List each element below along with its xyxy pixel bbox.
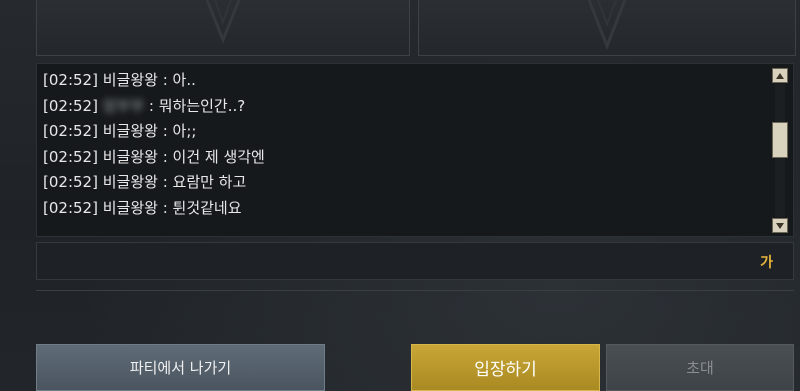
scroll-thumb[interactable] (772, 122, 788, 158)
chat-nickname[interactable]: 비글왕왕 (103, 71, 158, 89)
chat-line: [02:52] 비글왕왕 : 이건 제 생각엔 (43, 145, 763, 171)
emblem-icon (205, 0, 241, 45)
chat-line: [02:52] 비글왕왕 : 요람만 하고 (43, 170, 763, 196)
chat-message: 이건 제 생각엔 (172, 147, 265, 166)
chat-separator: : (157, 173, 173, 191)
chat-separator: : (157, 122, 173, 140)
chat-nickname[interactable]: 비글왕왕 (103, 173, 158, 191)
chat-separator: : (144, 96, 159, 115)
chat-message: 튄것같네요 (172, 198, 242, 217)
chat-timestamp: [02:52] (43, 198, 98, 217)
chat-line: [02:52] 비글왕왕 : 튄것같네요 (43, 196, 763, 222)
chat-timestamp: [02:52] (43, 147, 98, 166)
arrow-down-icon (776, 222, 784, 229)
chat-nickname[interactable]: 비글왕왕 (103, 199, 158, 217)
chat-line: [02:52] 암부부 : 뭐하는인간..? (43, 94, 763, 120)
chat-log[interactable]: [02:52] 비글왕왕 : 아.. [02:52] 암부부 : 뭐하는인간..… (36, 63, 794, 237)
chat-nickname-blurred[interactable]: 암부부 (103, 97, 144, 115)
chat-message: 요람만 하고 (172, 173, 247, 191)
leave-party-button[interactable]: 파티에서 나가기 (36, 344, 325, 391)
chat-input[interactable] (45, 249, 749, 275)
enter-button[interactable]: 입장하기 (411, 344, 600, 391)
chat-line: [02:52] 비글왕왕 : 아;; (43, 119, 763, 145)
ime-mode-indicator[interactable]: 가 (760, 252, 773, 272)
chat-lines: [02:52] 비글왕왕 : 아.. [02:52] 암부부 : 뭐하는인간..… (43, 68, 763, 221)
chat-separator: : (157, 71, 173, 89)
party-slot-right (418, 0, 796, 56)
chat-message: 아.. (172, 71, 196, 89)
scroll-up-button[interactable] (772, 68, 788, 83)
chat-separator: : (157, 147, 173, 166)
party-slot-left (36, 0, 410, 56)
emblem-icon (587, 0, 627, 51)
divider (36, 290, 794, 291)
chat-nickname[interactable]: 비글왕왕 (103, 148, 158, 166)
chat-message: 아;; (172, 122, 197, 140)
chat-message: 뭐하는인간..? (158, 96, 246, 115)
chat-timestamp: [02:52] (43, 173, 98, 191)
chat-timestamp: [02:52] (43, 71, 98, 89)
chat-scrollbar[interactable] (772, 68, 790, 233)
chat-nickname[interactable]: 비글왕왕 (103, 122, 158, 140)
chat-input-bar[interactable]: 가 (36, 242, 794, 280)
invite-button[interactable]: 초대 (606, 344, 794, 391)
chat-timestamp: [02:52] (43, 122, 98, 140)
chat-line: [02:52] 비글왕왕 : 아.. (43, 68, 763, 94)
scroll-down-button[interactable] (772, 218, 788, 233)
chat-separator: : (157, 198, 173, 217)
arrow-up-icon (776, 72, 784, 79)
chat-timestamp: [02:52] (43, 96, 98, 115)
